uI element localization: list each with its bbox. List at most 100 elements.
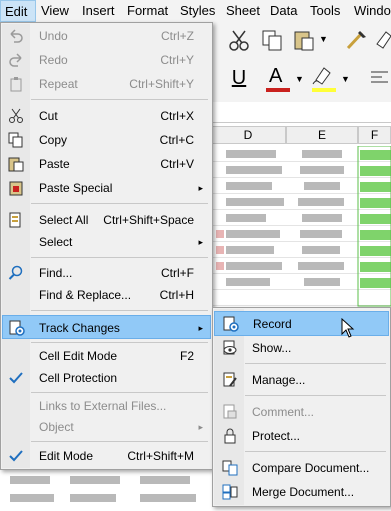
menu-item-find[interactable]: Find... Ctrl+F bbox=[2, 262, 211, 284]
menu-item-label: Find... bbox=[39, 266, 73, 280]
menu-item-paste-special[interactable]: Paste Special ▸ bbox=[2, 177, 211, 199]
column-header-e[interactable]: E bbox=[286, 126, 358, 144]
menu-data[interactable]: Data bbox=[266, 0, 301, 22]
menu-item-cut[interactable]: Cut Ctrl+X bbox=[2, 105, 211, 127]
menu-item-label: Edit Mode bbox=[39, 449, 94, 463]
menu-item-label: Repeat bbox=[39, 77, 78, 91]
cut-toolbar-icon[interactable] bbox=[227, 28, 251, 52]
highlight-dropdown-icon[interactable]: ▼ bbox=[341, 74, 350, 84]
submenu-arrow-icon: ▸ bbox=[198, 237, 203, 247]
menu-item-show[interactable]: Show... bbox=[214, 337, 389, 359]
column-header-d[interactable]: D bbox=[210, 126, 286, 144]
menu-item-label: Compare Document... bbox=[252, 461, 370, 475]
menu-item-shortcut: Ctrl+V bbox=[160, 157, 194, 171]
menu-item-shortcut: F2 bbox=[179, 349, 194, 363]
submenu-arrow-icon: ▸ bbox=[198, 183, 203, 193]
menu-item-shortcut: Ctrl+X bbox=[160, 109, 194, 123]
menu-item-protect[interactable]: Protect... bbox=[214, 425, 389, 447]
menubar: Edit View Insert Format Styles Sheet Dat… bbox=[0, 0, 391, 23]
menu-item-label: Record bbox=[253, 317, 292, 331]
menu-item-label: Manage... bbox=[252, 373, 306, 387]
edit-menu: Undo Ctrl+Z Redo Ctrl+Y Repeat Ctrl+Shif… bbox=[0, 22, 213, 470]
menu-separator bbox=[31, 342, 208, 343]
menu-insert[interactable]: Insert bbox=[78, 0, 119, 22]
menu-item-track-changes[interactable]: Track Changes ▸ bbox=[2, 315, 211, 339]
redo-icon bbox=[9, 53, 22, 67]
menu-item-shortcut: Ctrl+Shift+M bbox=[127, 449, 194, 463]
menu-separator bbox=[245, 363, 386, 364]
menu-item-label: Select All bbox=[39, 213, 89, 227]
repeat-icon bbox=[10, 77, 22, 92]
paste-special-icon bbox=[9, 181, 23, 196]
blurred-cells-bottom bbox=[0, 470, 212, 508]
menu-item-label: Show... bbox=[252, 341, 292, 355]
copy-icon bbox=[8, 132, 23, 148]
menu-item-cell-protection[interactable]: Cell Protection bbox=[2, 367, 211, 389]
menu-item-label: Comment... bbox=[252, 405, 315, 419]
menu-item-repeat[interactable]: Repeat Ctrl+Shift+Y bbox=[2, 73, 211, 95]
checkmark-icon bbox=[9, 372, 23, 384]
menu-item-label: Find & Replace... bbox=[39, 288, 132, 302]
copy-toolbar-icon[interactable] bbox=[260, 28, 284, 52]
menu-item-edit-mode[interactable]: Edit Mode Ctrl+Shift+M bbox=[2, 445, 211, 467]
menu-separator bbox=[31, 203, 208, 204]
checkmark-icon bbox=[9, 450, 23, 462]
menu-item-find-replace[interactable]: Find & Replace... Ctrl+H bbox=[2, 284, 211, 306]
menu-item-merge-document[interactable]: Merge Document... bbox=[214, 481, 389, 503]
clear-formatting-icon[interactable] bbox=[374, 28, 391, 52]
menu-item-label: Cell Protection bbox=[39, 371, 118, 385]
menu-item-label: Merge Document... bbox=[252, 485, 355, 499]
menu-item-label: Cell Edit Mode bbox=[39, 349, 118, 363]
manage-changes-icon bbox=[223, 372, 237, 387]
menu-styles[interactable]: Styles bbox=[176, 0, 219, 22]
menu-item-shortcut: Ctrl+H bbox=[159, 288, 194, 302]
menu-item-select-all[interactable]: Select All Ctrl+Shift+Space bbox=[2, 209, 211, 231]
show-changes-icon bbox=[223, 340, 237, 355]
menu-item-comment[interactable]: Comment... bbox=[214, 401, 389, 423]
paste-icon bbox=[8, 157, 24, 172]
menu-item-label: Links to External Files... bbox=[39, 399, 167, 413]
menu-item-manage[interactable]: Manage... bbox=[214, 369, 389, 391]
menu-item-label: Cut bbox=[39, 109, 58, 123]
align-left-icon[interactable] bbox=[368, 68, 391, 88]
menu-separator bbox=[31, 441, 208, 442]
highlight-color-icon[interactable] bbox=[310, 64, 338, 92]
menu-item-links-external-files[interactable]: Links to External Files... bbox=[2, 395, 211, 417]
clone-formatting-icon[interactable] bbox=[344, 28, 368, 52]
select-all-icon bbox=[9, 212, 21, 228]
menu-item-copy[interactable]: Copy Ctrl+C bbox=[2, 129, 211, 151]
paste-toolbar-icon[interactable] bbox=[292, 28, 316, 52]
menu-item-paste[interactable]: Paste Ctrl+V bbox=[2, 153, 211, 175]
menu-item-label: Select bbox=[39, 235, 73, 249]
menu-item-record[interactable]: Record bbox=[214, 311, 389, 338]
font-color-icon[interactable]: A bbox=[264, 64, 292, 92]
underline-icon[interactable]: U bbox=[228, 66, 250, 90]
menu-item-label: Copy bbox=[39, 133, 68, 147]
menu-item-undo[interactable]: Undo Ctrl+Z bbox=[2, 25, 211, 47]
menu-item-cell-edit-mode[interactable]: Cell Edit Mode F2 bbox=[2, 345, 211, 367]
track-changes-icon bbox=[9, 320, 25, 336]
comment-icon bbox=[223, 404, 237, 419]
menu-item-shortcut: Ctrl+C bbox=[159, 133, 194, 147]
menu-format[interactable]: Format bbox=[123, 0, 172, 22]
menu-item-shortcut: Ctrl+F bbox=[161, 266, 194, 280]
menu-view[interactable]: View bbox=[37, 0, 73, 22]
lock-icon bbox=[224, 428, 236, 444]
menu-window[interactable]: Window bbox=[350, 0, 391, 22]
paste-dropdown-icon[interactable]: ▼ bbox=[319, 34, 328, 44]
column-header-f[interactable]: F bbox=[358, 126, 391, 144]
menu-item-select[interactable]: Select ▸ bbox=[2, 231, 211, 253]
submenu-arrow-icon: ▸ bbox=[198, 422, 203, 432]
menu-item-compare-document[interactable]: Compare Document... bbox=[214, 457, 389, 479]
submenu-arrow-icon: ▸ bbox=[198, 323, 203, 333]
menu-item-label: Track Changes bbox=[39, 321, 120, 335]
menu-sheet[interactable]: Sheet bbox=[222, 0, 264, 22]
merge-document-icon bbox=[222, 484, 238, 500]
menu-tools[interactable]: Tools bbox=[306, 0, 344, 22]
menu-item-label: Redo bbox=[39, 53, 68, 67]
menu-item-label: Object bbox=[39, 420, 74, 434]
menu-item-redo[interactable]: Redo Ctrl+Y bbox=[2, 49, 211, 71]
font-color-dropdown-icon[interactable]: ▼ bbox=[295, 74, 304, 84]
menu-item-object[interactable]: Object ▸ bbox=[2, 416, 211, 438]
menu-edit[interactable]: Edit bbox=[0, 0, 36, 22]
